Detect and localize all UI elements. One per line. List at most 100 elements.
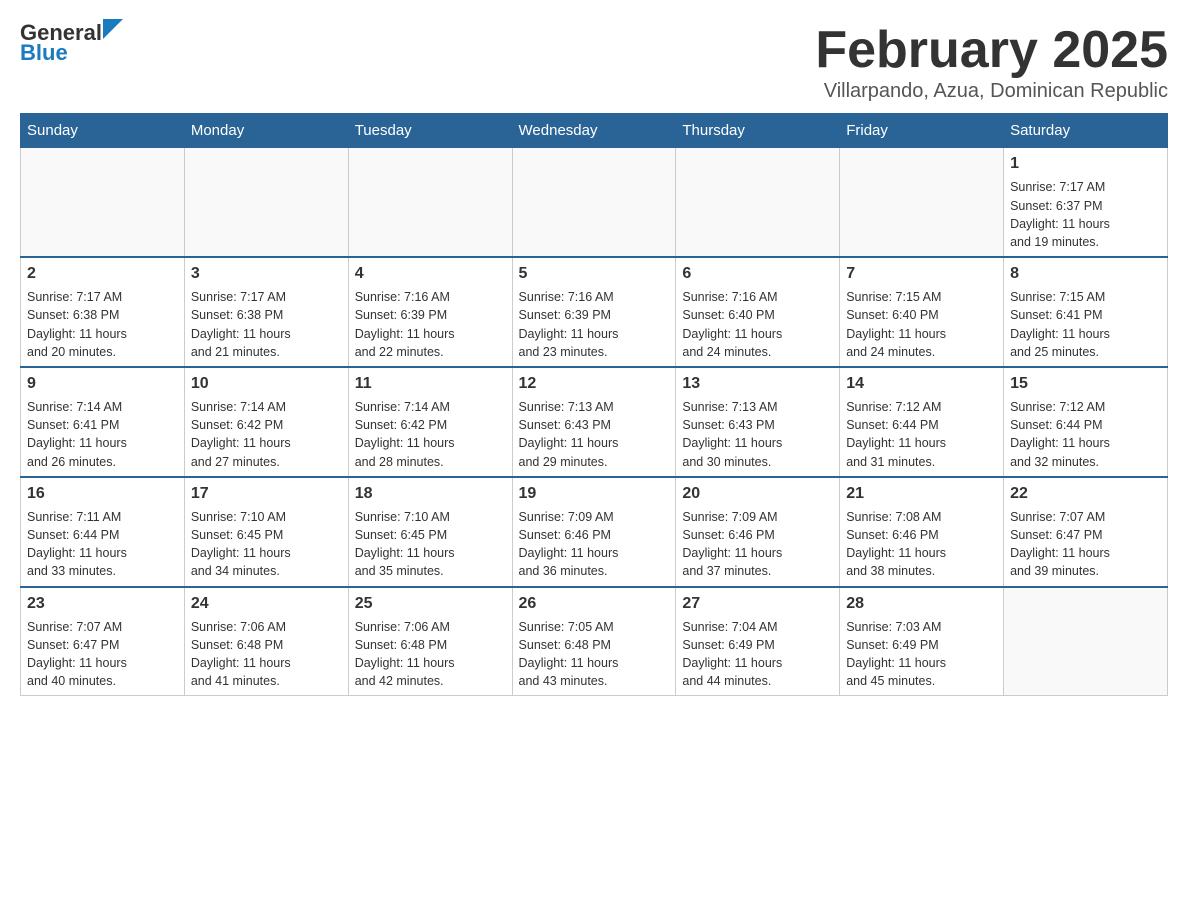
day-number: 10 — [191, 373, 342, 395]
calendar-header-row: SundayMondayTuesdayWednesdayThursdayFrid… — [21, 114, 1168, 148]
calendar-day — [840, 148, 1004, 257]
day-info: Sunrise: 7:10 AM Sunset: 6:45 PM Dayligh… — [191, 508, 342, 581]
day-number: 19 — [519, 483, 670, 505]
calendar-day: 10 Sunrise: 7:14 AM Sunset: 6:42 PM Dayli… — [184, 367, 348, 477]
day-info: Sunrise: 7:03 AM Sunset: 6:49 PM Dayligh… — [846, 618, 997, 691]
day-number: 20 — [682, 483, 833, 505]
day-number: 2 — [27, 263, 178, 285]
day-info: Sunrise: 7:06 AM Sunset: 6:48 PM Dayligh… — [191, 618, 342, 691]
day-number: 24 — [191, 593, 342, 615]
day-info: Sunrise: 7:06 AM Sunset: 6:48 PM Dayligh… — [355, 618, 506, 691]
calendar-day: 4Sunrise: 7:16 AM Sunset: 6:39 PM Daylig… — [348, 257, 512, 367]
day-number: 23 — [27, 593, 178, 615]
logo-triangle-icon — [103, 19, 123, 39]
calendar-day: 2 Sunrise: 7:17 AM Sunset: 6:38 PM Daylig… — [21, 257, 185, 367]
day-number: 1 — [1010, 153, 1161, 175]
day-number: 12 — [519, 373, 670, 395]
day-number: 3 — [191, 263, 342, 285]
day-info: Sunrise: 7:17 AM Sunset: 6:38 PM Dayligh… — [191, 288, 342, 361]
calendar-day — [21, 148, 185, 257]
calendar-day — [676, 148, 840, 257]
day-info: Sunrise: 7:05 AM Sunset: 6:48 PM Dayligh… — [519, 618, 670, 691]
title-section: February 2025 Villarpando, Azua, Dominic… — [815, 20, 1168, 103]
day-number: 27 — [682, 593, 833, 615]
calendar-day: 20 Sunrise: 7:09 AM Sunset: 6:46 PM Dayli… — [676, 477, 840, 587]
calendar-header-friday: Friday — [840, 114, 1004, 148]
day-info: Sunrise: 7:13 AM Sunset: 6:43 PM Dayligh… — [682, 398, 833, 471]
day-info: Sunrise: 7:09 AM Sunset: 6:46 PM Dayligh… — [519, 508, 670, 581]
calendar-day: 12 Sunrise: 7:13 AM Sunset: 6:43 PM Dayli… — [512, 367, 676, 477]
day-info: Sunrise: 7:14 AM Sunset: 6:42 PM Dayligh… — [191, 398, 342, 471]
day-number: 14 — [846, 373, 997, 395]
day-number: 13 — [682, 373, 833, 395]
calendar-header-thursday: Thursday — [676, 114, 840, 148]
day-info: Sunrise: 7:17 AM Sunset: 6:38 PM Dayligh… — [27, 288, 178, 361]
calendar-day: 15Sunrise: 7:12 AM Sunset: 6:44 PM Dayli… — [1004, 367, 1168, 477]
day-info: Sunrise: 7:11 AM Sunset: 6:44 PM Dayligh… — [27, 508, 178, 581]
calendar-day: 5 Sunrise: 7:16 AM Sunset: 6:39 PM Daylig… — [512, 257, 676, 367]
day-number: 5 — [519, 263, 670, 285]
day-info: Sunrise: 7:13 AM Sunset: 6:43 PM Dayligh… — [519, 398, 670, 471]
day-number: 17 — [191, 483, 342, 505]
calendar-day — [184, 148, 348, 257]
day-info: Sunrise: 7:04 AM Sunset: 6:49 PM Dayligh… — [682, 618, 833, 691]
day-number: 8 — [1010, 263, 1161, 285]
calendar-day — [1004, 587, 1168, 696]
day-number: 28 — [846, 593, 997, 615]
day-number: 4 — [355, 263, 506, 285]
calendar-header-tuesday: Tuesday — [348, 114, 512, 148]
day-number: 16 — [27, 483, 178, 505]
day-info: Sunrise: 7:14 AM Sunset: 6:42 PM Dayligh… — [355, 398, 506, 471]
calendar-day: 1 Sunrise: 7:17 AM Sunset: 6:37 PM Daylig… — [1004, 148, 1168, 257]
calendar-week-1: 1 Sunrise: 7:17 AM Sunset: 6:37 PM Daylig… — [21, 148, 1168, 257]
calendar-day: 18 Sunrise: 7:10 AM Sunset: 6:45 PM Dayli… — [348, 477, 512, 587]
day-info: Sunrise: 7:07 AM Sunset: 6:47 PM Dayligh… — [27, 618, 178, 691]
calendar-table: SundayMondayTuesdayWednesdayThursdayFrid… — [20, 113, 1168, 696]
calendar-day: 7Sunrise: 7:15 AM Sunset: 6:40 PM Daylig… — [840, 257, 1004, 367]
calendar-header-monday: Monday — [184, 114, 348, 148]
calendar-day: 28 Sunrise: 7:03 AM Sunset: 6:49 PM Dayli… — [840, 587, 1004, 696]
calendar-week-4: 16 Sunrise: 7:11 AM Sunset: 6:44 PM Dayli… — [21, 477, 1168, 587]
day-info: Sunrise: 7:10 AM Sunset: 6:45 PM Dayligh… — [355, 508, 506, 581]
location-text: Villarpando, Azua, Dominican Republic — [815, 80, 1168, 103]
calendar-day — [512, 148, 676, 257]
day-number: 9 — [27, 373, 178, 395]
day-number: 18 — [355, 483, 506, 505]
day-number: 22 — [1010, 483, 1161, 505]
day-info: Sunrise: 7:15 AM Sunset: 6:41 PM Dayligh… — [1010, 288, 1161, 361]
logo-blue-text: Blue — [20, 40, 68, 66]
calendar-day: 8 Sunrise: 7:15 AM Sunset: 6:41 PM Daylig… — [1004, 257, 1168, 367]
calendar-day: 13 Sunrise: 7:13 AM Sunset: 6:43 PM Dayli… — [676, 367, 840, 477]
calendar-day: 3 Sunrise: 7:17 AM Sunset: 6:38 PM Daylig… — [184, 257, 348, 367]
day-number: 26 — [519, 593, 670, 615]
month-title: February 2025 — [815, 20, 1168, 80]
day-info: Sunrise: 7:12 AM Sunset: 6:44 PM Dayligh… — [1010, 398, 1161, 471]
calendar-day: 23 Sunrise: 7:07 AM Sunset: 6:47 PM Dayli… — [21, 587, 185, 696]
day-info: Sunrise: 7:16 AM Sunset: 6:39 PM Dayligh… — [519, 288, 670, 361]
day-number: 6 — [682, 263, 833, 285]
calendar-day: 16 Sunrise: 7:11 AM Sunset: 6:44 PM Dayli… — [21, 477, 185, 587]
day-info: Sunrise: 7:12 AM Sunset: 6:44 PM Dayligh… — [846, 398, 997, 471]
calendar-day: 21Sunrise: 7:08 AM Sunset: 6:46 PM Dayli… — [840, 477, 1004, 587]
calendar-day — [348, 148, 512, 257]
day-info: Sunrise: 7:17 AM Sunset: 6:37 PM Dayligh… — [1010, 178, 1161, 251]
calendar-day: 6 Sunrise: 7:16 AM Sunset: 6:40 PM Daylig… — [676, 257, 840, 367]
calendar-week-2: 2 Sunrise: 7:17 AM Sunset: 6:38 PM Daylig… — [21, 257, 1168, 367]
page-header: General Blue February 2025 Villarpando, … — [20, 20, 1168, 103]
day-info: Sunrise: 7:15 AM Sunset: 6:40 PM Dayligh… — [846, 288, 997, 361]
calendar-day: 14 Sunrise: 7:12 AM Sunset: 6:44 PM Dayli… — [840, 367, 1004, 477]
calendar-week-5: 23 Sunrise: 7:07 AM Sunset: 6:47 PM Dayli… — [21, 587, 1168, 696]
calendar-day: 24 Sunrise: 7:06 AM Sunset: 6:48 PM Dayli… — [184, 587, 348, 696]
calendar-day: 27 Sunrise: 7:04 AM Sunset: 6:49 PM Dayli… — [676, 587, 840, 696]
calendar-day: 26 Sunrise: 7:05 AM Sunset: 6:48 PM Dayli… — [512, 587, 676, 696]
day-info: Sunrise: 7:08 AM Sunset: 6:46 PM Dayligh… — [846, 508, 997, 581]
calendar-header-saturday: Saturday — [1004, 114, 1168, 148]
calendar-day: 25Sunrise: 7:06 AM Sunset: 6:48 PM Dayli… — [348, 587, 512, 696]
day-info: Sunrise: 7:14 AM Sunset: 6:41 PM Dayligh… — [27, 398, 178, 471]
calendar-day: 19 Sunrise: 7:09 AM Sunset: 6:46 PM Dayli… — [512, 477, 676, 587]
calendar-day: 17 Sunrise: 7:10 AM Sunset: 6:45 PM Dayli… — [184, 477, 348, 587]
day-info: Sunrise: 7:07 AM Sunset: 6:47 PM Dayligh… — [1010, 508, 1161, 581]
day-info: Sunrise: 7:16 AM Sunset: 6:40 PM Dayligh… — [682, 288, 833, 361]
calendar-header-wednesday: Wednesday — [512, 114, 676, 148]
day-info: Sunrise: 7:09 AM Sunset: 6:46 PM Dayligh… — [682, 508, 833, 581]
